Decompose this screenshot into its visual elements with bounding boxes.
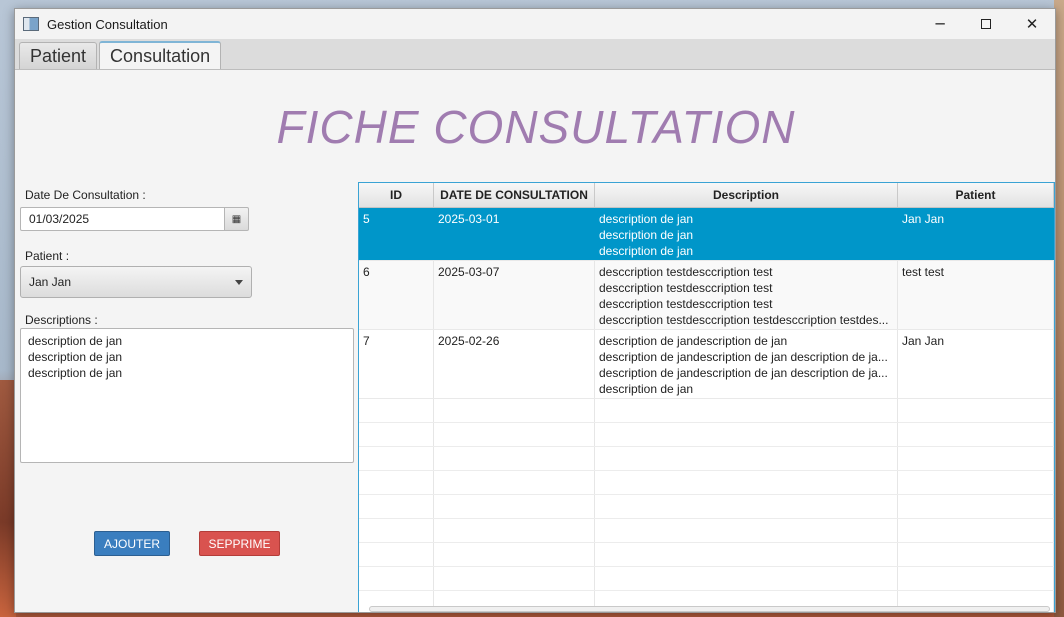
descriptions-textarea[interactable]: description de jan description de jan de… (20, 328, 354, 463)
cell-description: description de jandescription de jan des… (595, 330, 898, 398)
cell-id: 6 (359, 261, 434, 329)
patient-select[interactable]: Jan Jan (20, 266, 252, 298)
patient-label: Patient : (25, 249, 70, 263)
empty-row (359, 567, 1054, 591)
app-icon (23, 17, 39, 31)
table-header: ID DATE DE CONSULTATION Description Pati… (359, 183, 1054, 208)
maximize-button[interactable] (963, 9, 1009, 39)
chevron-down-icon (235, 280, 243, 285)
table-row[interactable]: 5 2025-03-01 description de jan descript… (359, 208, 1054, 261)
column-header-patient[interactable]: Patient (898, 183, 1054, 207)
consultation-panel: FICHE CONSULTATION Date De Consultation … (15, 70, 1055, 612)
cell-date: 2025-02-26 (434, 330, 595, 398)
minimize-button[interactable]: ─ (917, 9, 963, 39)
cell-id: 5 (359, 208, 434, 260)
delete-button[interactable]: SEPPRIME (199, 531, 280, 556)
table-row[interactable]: 6 2025-03-07 desccription testdesccripti… (359, 261, 1054, 330)
date-picker-button[interactable]: ▦ (224, 207, 249, 231)
empty-row (359, 543, 1054, 567)
tab-patient[interactable]: Patient (19, 42, 98, 69)
empty-row (359, 399, 1054, 423)
empty-row (359, 519, 1054, 543)
close-icon: ✕ (1025, 15, 1039, 33)
cell-patient: test test (898, 261, 1054, 329)
add-button[interactable]: AJOUTER (94, 531, 170, 556)
cell-patient: Jan Jan (898, 330, 1054, 398)
title-bar[interactable]: Gestion Consultation ─ ✕ (15, 9, 1055, 39)
cell-date: 2025-03-01 (434, 208, 595, 260)
window-title: Gestion Consultation (47, 16, 168, 32)
cell-patient: Jan Jan (898, 208, 1054, 260)
tab-consultation[interactable]: Consultation (99, 41, 222, 69)
descriptions-label: Descriptions : (25, 313, 98, 327)
minimize-icon: ─ (935, 15, 945, 33)
date-field[interactable]: 01/03/2025 (20, 207, 225, 231)
maximize-icon (981, 19, 991, 29)
empty-row (359, 447, 1054, 471)
calendar-icon: ▦ (231, 213, 242, 225)
date-label: Date De Consultation : (25, 188, 146, 202)
horizontal-scrollbar[interactable] (369, 606, 1050, 612)
cell-id: 7 (359, 330, 434, 398)
cell-description: description de jan description de jan de… (595, 208, 898, 260)
patient-select-value: Jan Jan (29, 275, 72, 289)
cell-description: desccription testdesccription test descc… (595, 261, 898, 329)
tab-bar: Patient Consultation (15, 39, 1055, 70)
consultation-table[interactable]: ID DATE DE CONSULTATION Description Pati… (358, 182, 1055, 612)
empty-row (359, 471, 1054, 495)
close-button[interactable]: ✕ (1009, 9, 1055, 39)
empty-row (359, 423, 1054, 447)
column-header-date[interactable]: DATE DE CONSULTATION (434, 183, 595, 207)
page-title: FICHE CONSULTATION (276, 101, 796, 153)
cell-date: 2025-03-07 (434, 261, 595, 329)
table-row[interactable]: 7 2025-02-26 description de jandescripti… (359, 330, 1054, 399)
column-header-description[interactable]: Description (595, 183, 898, 207)
empty-row (359, 495, 1054, 519)
column-header-id[interactable]: ID (359, 183, 434, 207)
app-window: Gestion Consultation ─ ✕ Patient Consult… (14, 8, 1056, 613)
